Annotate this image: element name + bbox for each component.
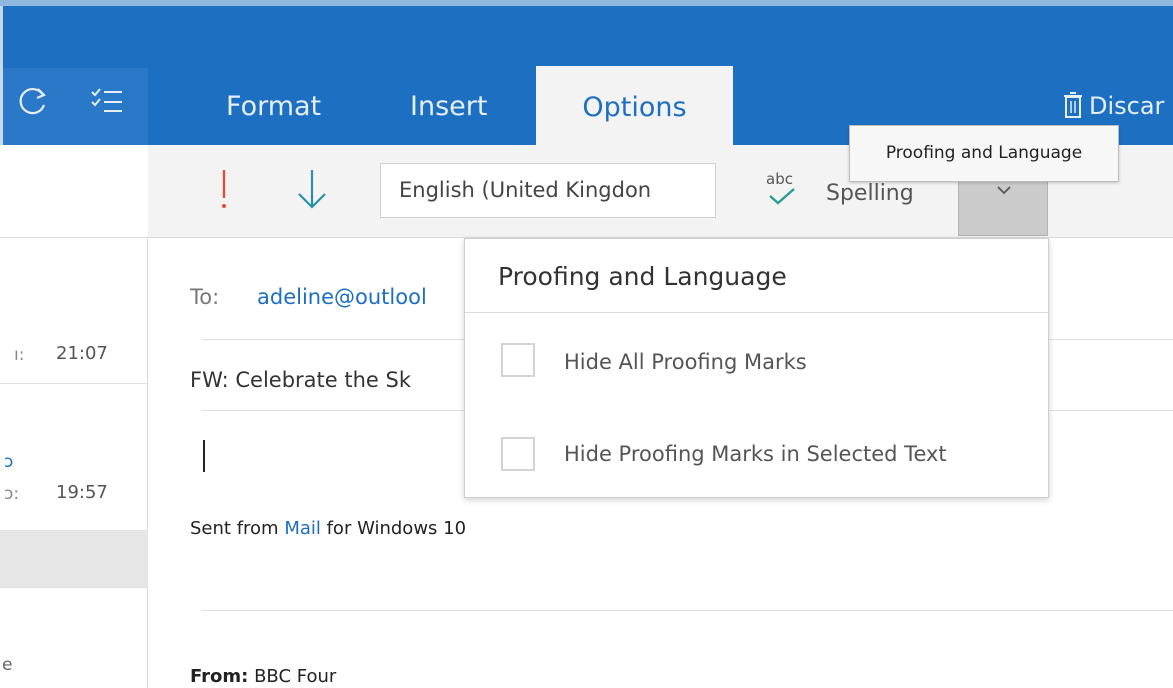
signature-prefix: Sent from [190, 518, 285, 539]
discard-label: Discar [1089, 92, 1165, 120]
list-item-time[interactable]: 19:57 [56, 482, 108, 503]
list-item-fragment: ı: [14, 345, 25, 365]
list-item-selected[interactable] [0, 531, 148, 587]
signature-suffix: for Windows 10 [320, 518, 467, 539]
from-label: From: [190, 666, 249, 687]
text-cursor [203, 440, 205, 472]
signature: Sent from Mail for Windows 10 [190, 515, 466, 543]
tab-options[interactable]: Options [536, 66, 733, 147]
tab-insert[interactable]: Insert [410, 68, 487, 145]
menu-divider [465, 312, 1048, 313]
menu-title: Proofing and Language [498, 262, 787, 291]
title-bar [0, 0, 1173, 68]
trash-icon [1064, 92, 1082, 118]
tab-format[interactable]: Format [226, 68, 321, 145]
tooltip: Proofing and Language [849, 125, 1119, 182]
sync-icon[interactable] [14, 83, 50, 119]
list-item-fragment: ɔ [4, 452, 14, 472]
message-list-header [0, 145, 148, 238]
hide-all-proofing-marks-label[interactable]: Hide All Proofing Marks [564, 347, 807, 377]
svg-text:abc: abc [766, 170, 793, 188]
list-item-fragment: ɔ: [4, 484, 20, 504]
list-item-time[interactable]: 21:07 [56, 343, 108, 364]
hide-all-proofing-marks-checkbox[interactable] [501, 343, 535, 377]
down-arrow-icon[interactable] [294, 166, 330, 212]
list-divider [0, 383, 148, 384]
from-line: From: BBC Four [190, 665, 336, 688]
body-divider [202, 610, 1173, 611]
hide-selected-proofing-marks-label[interactable]: Hide Proofing Marks in Selected Text [564, 439, 947, 469]
language-select[interactable]: English (United Kingdon [380, 163, 716, 218]
to-label: To: [190, 285, 220, 309]
mail-link[interactable]: Mail [284, 518, 321, 539]
chevron-down-icon [997, 186, 1011, 195]
list-item-fragment: e [2, 655, 13, 675]
to-recipient[interactable]: adeline@outlool [257, 282, 427, 312]
from-value: BBC Four [248, 666, 337, 687]
filter-icon[interactable] [90, 86, 124, 116]
proofing-language-menu: Proofing and Language Hide All Proofing … [464, 238, 1049, 498]
list-divider [0, 587, 148, 588]
hide-selected-proofing-marks-checkbox[interactable] [501, 437, 535, 471]
abc-check-icon[interactable]: abc [762, 168, 808, 208]
subject-field[interactable]: FW: Celebrate the Sk [190, 365, 411, 395]
exclamation-icon[interactable] [218, 166, 230, 212]
